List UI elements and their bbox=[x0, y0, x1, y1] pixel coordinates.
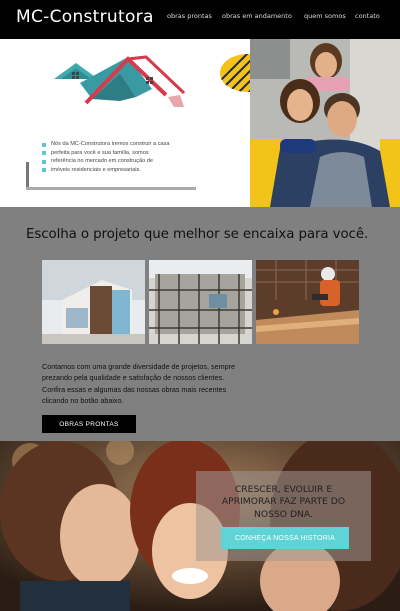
nav-link-quem-somos[interactable]: quem somos bbox=[304, 12, 346, 20]
description-line: prezando pela qualidade e satisfação de … bbox=[42, 373, 225, 383]
dna-heading: CRESCER, EVOLUIR E APRIMORAR FAZ PARTE D… bbox=[196, 484, 371, 521]
projects-section: Escolha o projeto que melhor se encaixa … bbox=[0, 207, 400, 441]
conheca-historia-button[interactable]: CONHEÇA NOSSA HISTORIA bbox=[221, 527, 349, 549]
nav-link-obras-prontas[interactable]: obras prontas bbox=[167, 12, 212, 20]
project-thumbnail-worker[interactable] bbox=[256, 260, 359, 344]
bullet-icon bbox=[42, 151, 46, 156]
projects-title: Escolha o projeto que melhor se encaixa … bbox=[26, 227, 369, 242]
family-photo bbox=[250, 39, 400, 207]
bullet-icon bbox=[42, 168, 46, 173]
house-logo-icon bbox=[54, 55, 186, 107]
dna-line: CRESCER, EVOLUIR E bbox=[234, 484, 333, 495]
decorative-line bbox=[26, 187, 196, 190]
hero-description: Nós da MC-Construtora iremos construir a… bbox=[42, 140, 192, 174]
description-line: clicando no botão abaixo. bbox=[42, 396, 124, 406]
decorative-bracket bbox=[26, 162, 29, 190]
nav-link-obras-em-andamento[interactable]: obras em andamento bbox=[222, 12, 292, 20]
description-line: Confira essas e algumas das nossas obras… bbox=[42, 384, 227, 394]
obras-prontas-button[interactable]: OBRAS PRONTAS bbox=[42, 415, 136, 433]
navbar: MC-Construtora obras prontas obras em an… bbox=[0, 0, 400, 39]
dna-line: NOSSO DNA. bbox=[254, 508, 313, 520]
hero-line: referência no mercado em construção de bbox=[51, 158, 153, 165]
project-thumbnail-scaffolding[interactable] bbox=[149, 260, 252, 344]
hero-line: Nós da MC-Construtora iremos construir a… bbox=[51, 141, 170, 147]
brand-logo[interactable]: MC-Construtora bbox=[16, 7, 154, 27]
dna-line: APRIMORAR FAZ PARTE DO bbox=[221, 496, 346, 508]
hero-section: Nós da MC-Construtora iremos construir a… bbox=[0, 39, 400, 207]
project-thumbnail-modern-house[interactable] bbox=[42, 260, 145, 344]
nav-link-contato[interactable]: contato bbox=[355, 12, 380, 20]
bullet-icon bbox=[42, 142, 46, 147]
description-line: Contamos com uma grande diversidade de p… bbox=[42, 362, 235, 371]
bullet-icon bbox=[42, 159, 46, 164]
hero-line: imóveis residenciais e empresariais. bbox=[51, 166, 141, 173]
hero-line: perfeita para você e sua família, somos bbox=[51, 149, 149, 156]
projects-description: Contamos com uma grande diversidade de p… bbox=[42, 361, 282, 407]
